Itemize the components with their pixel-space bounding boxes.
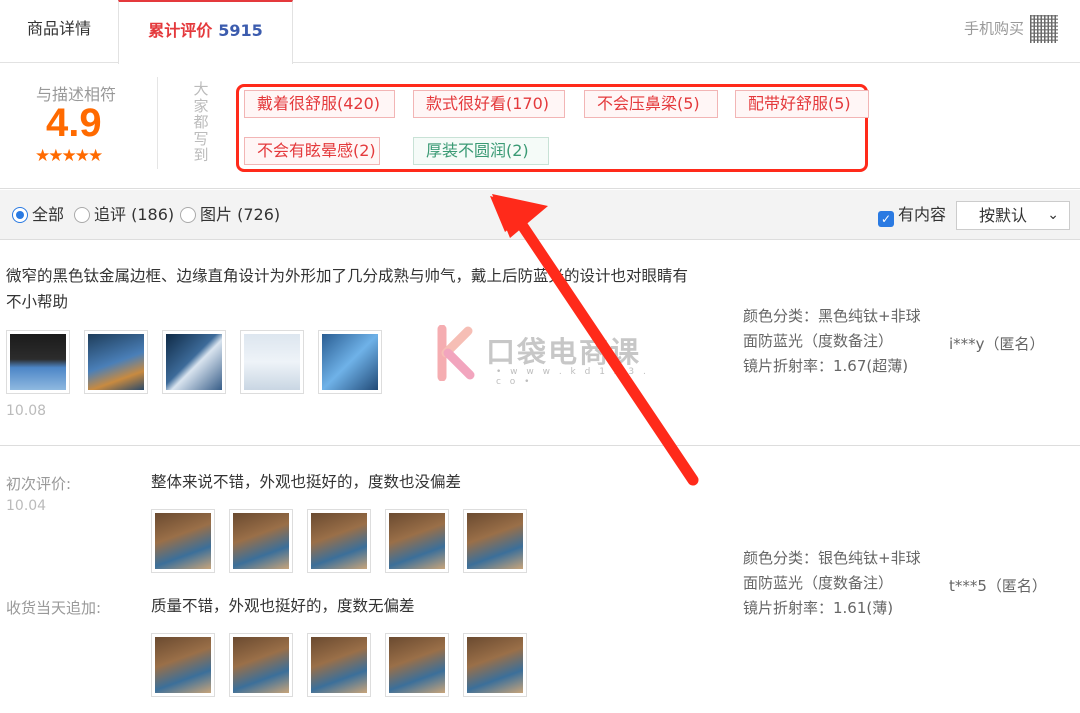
- filter-follow-up-label: 追评 (186): [94, 205, 175, 224]
- review-photo-thumbnail[interactable]: [162, 330, 226, 394]
- review-tag[interactable]: 不会压鼻梁(5): [584, 90, 718, 118]
- review-photo-thumbnail[interactable]: [151, 509, 215, 573]
- watermark-url: • w w w . k d 1 2 3 . c o •: [496, 367, 649, 387]
- review-photo-thumbnail[interactable]: [385, 509, 449, 573]
- rating-score: 4.9: [46, 101, 102, 145]
- tab-reviews-count: 5915: [218, 21, 263, 40]
- qr-code-icon[interactable]: [1030, 14, 1058, 43]
- review-tag-negative[interactable]: 厚装不圆润(2): [413, 137, 549, 165]
- tab-reviews-label: 累计评价: [148, 21, 213, 40]
- star-rating-icon: ★★★★★: [35, 146, 103, 166]
- tab-bar: 商品详情 累计评价 5915 手机购买: [0, 0, 1080, 64]
- review-photo-thumbnail[interactable]: [463, 633, 527, 697]
- mobile-buy-link[interactable]: 手机购买: [964, 12, 1058, 44]
- watermark: 口袋电商课 • w w w . k d 1 2 3 . c o •: [436, 325, 656, 387]
- watermark-logo-icon: [437, 325, 475, 381]
- review-date: 10.08: [6, 403, 47, 419]
- filter-follow-up-radio[interactable]: 追评 (186): [74, 205, 174, 225]
- review-filter-bar: 全部 追评 (186) 图片 (726) ✓ 有内容 按默认 ⌄: [0, 190, 1080, 240]
- review-photo-thumbnail[interactable]: [385, 633, 449, 697]
- review-tag[interactable]: 配带好舒服(5): [735, 90, 869, 118]
- tags-caption: 大家都写到: [193, 80, 209, 164]
- sku-color: 颜色分类：银色纯钛+非球面防蓝光（度数备注）: [743, 549, 921, 592]
- review-photo-thumbnail[interactable]: [240, 330, 304, 394]
- chevron-down-icon: ⌄: [1047, 207, 1059, 223]
- review-photo-thumbnail[interactable]: [229, 509, 293, 573]
- checkbox-checked-icon[interactable]: ✓: [878, 211, 894, 227]
- filter-pictures-label: 图片 (726): [200, 205, 281, 224]
- review-photos: [6, 330, 382, 394]
- review-photo-thumbnail[interactable]: [307, 633, 371, 697]
- sku-lens-index: 镜片折射率：1.67(超薄): [743, 357, 909, 375]
- product-sku-info: 颜色分类：银色纯钛+非球面防蓝光（度数备注） 镜片折射率：1.61(薄): [743, 546, 933, 621]
- review-photo-thumbnail[interactable]: [84, 330, 148, 394]
- has-content-checkbox[interactable]: ✓ 有内容: [878, 205, 946, 227]
- has-content-label: 有内容: [898, 205, 947, 224]
- review-item: 初次评价: 10.04 整体来说不错，外观也挺好的，度数也没偏差 收货当天追加:…: [0, 447, 1080, 713]
- follow-up-label: 收货当天追加:: [6, 599, 102, 617]
- sku-color: 颜色分类：黑色纯钛+非球面防蓝光（度数备注）: [743, 307, 921, 350]
- radio-icon[interactable]: [180, 207, 196, 223]
- sort-dropdown-value: 按默认: [979, 206, 1028, 225]
- tab-cumulative-reviews[interactable]: 累计评价 5915: [118, 0, 293, 64]
- sku-lens-index: 镜片折射率：1.61(薄): [743, 599, 894, 617]
- reviewer-name: t***5（匿名）: [949, 577, 1047, 595]
- review-photos: [151, 509, 527, 573]
- review-date: 10.04: [6, 498, 47, 514]
- review-tag[interactable]: 不会有眩晕感(2): [244, 137, 380, 165]
- review-photo-thumbnail[interactable]: [463, 509, 527, 573]
- review-tag[interactable]: 款式很好看(170): [413, 90, 565, 118]
- mobile-buy-label: 手机购买: [963, 19, 1024, 38]
- first-review-label: 初次评价:: [6, 475, 72, 493]
- sort-dropdown[interactable]: 按默认 ⌄: [956, 201, 1070, 230]
- filter-all-radio[interactable]: 全部: [12, 205, 64, 225]
- follow-up-text: 质量不错，外观也挺好的，度数无偏差: [151, 597, 415, 615]
- radio-icon[interactable]: [74, 207, 90, 223]
- filter-all-label: 全部: [32, 205, 65, 224]
- review-photo-thumbnail[interactable]: [151, 633, 215, 697]
- review-photo-thumbnail[interactable]: [307, 509, 371, 573]
- review-photo-thumbnail[interactable]: [6, 330, 70, 394]
- follow-up-photos: [151, 633, 527, 697]
- rating-summary: 与描述相符 4.9 ★★★★★ 大家都写到 戴着很舒服(420) 款式很好看(1…: [0, 63, 1080, 189]
- radio-selected-icon[interactable]: [12, 207, 28, 223]
- review-tag[interactable]: 戴着很舒服(420): [244, 90, 395, 118]
- product-sku-info: 颜色分类：黑色纯钛+非球面防蓝光（度数备注） 镜片折射率：1.67(超薄): [743, 304, 933, 379]
- review-photo-thumbnail[interactable]: [318, 330, 382, 394]
- review-text: 整体来说不错，外观也挺好的，度数也没偏差: [151, 473, 462, 491]
- reviewer-name: i***y（匿名）: [949, 335, 1045, 353]
- divider: [157, 77, 158, 169]
- filter-pictures-radio[interactable]: 图片 (726): [180, 205, 280, 225]
- watermark-text: 口袋电商课: [486, 335, 642, 369]
- review-text: 微窄的黑色钛金属边框、边缘直角设计为外形加了几分成熟与帅气，戴上后防蓝光的设计也…: [6, 267, 689, 311]
- highlighted-tag-box: 戴着很舒服(420) 款式很好看(170) 不会压鼻梁(5) 配带好舒服(5) …: [236, 84, 869, 172]
- tab-product-details[interactable]: 商品详情: [0, 0, 118, 62]
- review-photo-thumbnail[interactable]: [229, 633, 293, 697]
